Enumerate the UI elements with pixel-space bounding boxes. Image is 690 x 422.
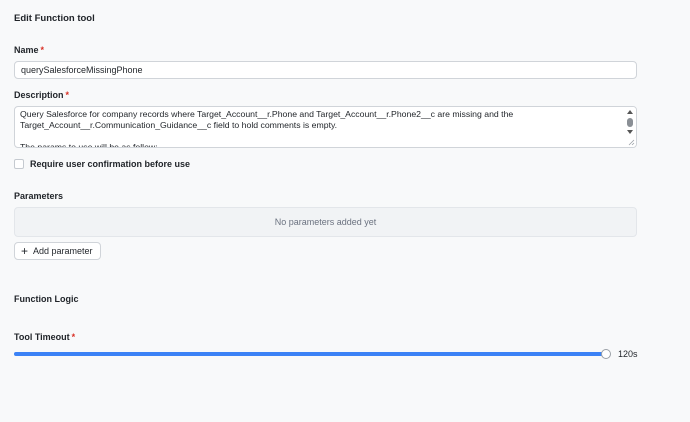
parameters-label: Parameters [14, 191, 64, 201]
tool-timeout-required-mark: * [71, 332, 76, 342]
tool-timeout-label: Tool Timeout * [14, 332, 75, 342]
scrollbar-thumb[interactable] [627, 118, 633, 127]
scroll-up-arrow-icon[interactable] [627, 110, 633, 114]
plus-icon: + [21, 243, 29, 258]
add-parameter-label: Add parameter [33, 246, 93, 256]
name-label-text: Name [14, 45, 39, 55]
require-confirmation-checkbox[interactable] [14, 159, 24, 169]
tool-timeout-label-text: Tool Timeout [14, 332, 70, 342]
function-logic-label: Function Logic [14, 294, 79, 304]
timeout-slider[interactable] [14, 349, 611, 359]
name-input[interactable]: querySalesforceMissingPhone [14, 61, 637, 79]
name-label: Name * [14, 45, 44, 55]
parameters-empty-state: No parameters added yet [14, 207, 637, 237]
description-label-text: Description [14, 90, 64, 100]
timeout-slider-thumb[interactable] [601, 349, 611, 359]
description-textarea[interactable]: Query Salesforce for company records whe… [14, 106, 637, 148]
scroll-down-arrow-icon[interactable] [627, 130, 633, 134]
name-required-mark: * [40, 45, 45, 55]
description-label: Description * [14, 90, 69, 100]
timeout-value: 120s [618, 349, 638, 359]
page-title: Edit Function tool [14, 13, 95, 24]
resize-handle-icon[interactable] [627, 138, 635, 146]
description-text[interactable]: Query Salesforce for company records whe… [20, 109, 620, 147]
add-parameter-button[interactable]: + Add parameter [14, 242, 101, 260]
description-required-mark: * [65, 90, 70, 100]
timeout-slider-fill [14, 352, 606, 356]
require-confirmation-label: Require user confirmation before use [30, 159, 191, 169]
